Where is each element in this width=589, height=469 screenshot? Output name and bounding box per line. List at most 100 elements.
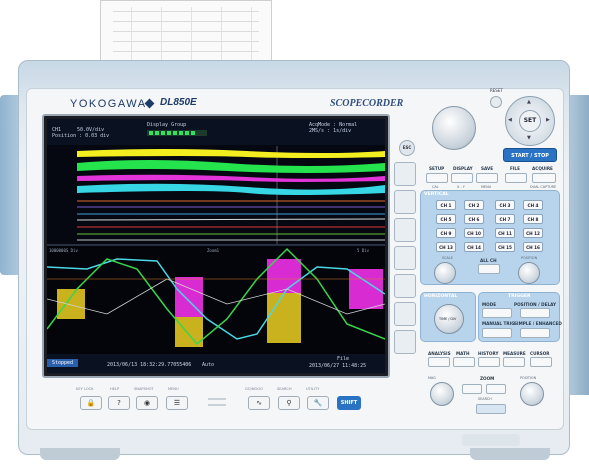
menu-button[interactable]: ☰ — [166, 396, 188, 410]
indicator-line — [208, 404, 226, 406]
ch11-button[interactable]: CH 11 — [495, 228, 515, 238]
ch3-button[interactable]: CH 3 — [495, 200, 515, 210]
softkey-1[interactable] — [394, 162, 416, 186]
series-name: SCOPECORDER — [330, 98, 404, 109]
file-button[interactable] — [505, 173, 527, 183]
ch13-button[interactable]: CH 13 — [436, 242, 456, 252]
search-label: SEARCH — [478, 397, 492, 401]
position-label: POSITION — [521, 256, 538, 260]
brand-name: YOKOGAWA — [70, 98, 147, 110]
ch2-button[interactable]: CH 2 — [464, 200, 484, 210]
shift-button[interactable]: SHIFT — [337, 396, 361, 410]
square-wave-yellow — [57, 289, 85, 319]
jog-shuttle-knob[interactable] — [432, 106, 476, 150]
display-button[interactable] — [451, 173, 473, 183]
file-label: File — [337, 356, 350, 362]
end-time: 2013/06/27 11:48:25 — [309, 363, 367, 369]
zoom2-button[interactable] — [486, 384, 506, 394]
reset-button[interactable] — [490, 96, 502, 108]
softkey-4[interactable] — [394, 246, 416, 270]
wave-icon: ∿ — [256, 399, 262, 407]
zoom-position-label: POSITION — [520, 376, 537, 380]
ch5-button[interactable]: CH 5 — [436, 214, 456, 224]
utility-button[interactable]: 🔧 — [307, 396, 329, 410]
ch14-button[interactable]: CH 14 — [464, 242, 484, 252]
mode-button[interactable] — [482, 308, 512, 318]
scale-label: SCALE — [442, 256, 453, 260]
ch10-button[interactable]: CH 10 — [464, 228, 484, 238]
all-ch-button[interactable] — [478, 264, 500, 274]
left-foot — [40, 448, 120, 460]
analysis-button[interactable] — [428, 357, 450, 367]
softkey-2[interactable] — [394, 190, 416, 214]
key-lock-button[interactable]: 🔒 — [80, 396, 102, 410]
zoom-position-knob[interactable] — [520, 382, 544, 406]
zoom-label: ZOOM — [480, 376, 495, 381]
softkey-3[interactable] — [394, 218, 416, 242]
history-button[interactable] — [478, 357, 500, 367]
scale-knob[interactable] — [434, 262, 456, 284]
ch12-button[interactable]: CH 12 — [523, 228, 543, 238]
lock-icon: 🔒 — [86, 399, 96, 407]
math-button[interactable] — [453, 357, 475, 367]
cursor-button[interactable] — [530, 357, 552, 367]
zoom1-button[interactable] — [462, 384, 482, 394]
start-time: 2013/06/13 18:32:29.77055406 — [107, 362, 192, 368]
search-icon: ⚲ — [286, 399, 292, 407]
esc-button[interactable]: ESC — [399, 140, 415, 156]
trigger-mode: Auto — [202, 362, 215, 368]
mag-label: MAG — [428, 376, 436, 380]
cursor-label: CURSOR — [530, 351, 550, 356]
wrench-icon: 🔧 — [313, 399, 323, 407]
ch6-button[interactable]: CH 6 — [464, 214, 484, 224]
ch15-button[interactable]: CH 15 — [495, 242, 515, 252]
zoom-scale-right: 5 Div — [357, 248, 370, 253]
history-label: HISTORY — [478, 351, 499, 356]
camera-icon: ◉ — [143, 399, 151, 407]
analysis-label: ANALYSIS — [428, 351, 451, 356]
usb-port-area — [462, 434, 520, 446]
setup-button[interactable] — [426, 173, 448, 183]
acquire-button[interactable] — [532, 173, 556, 183]
softkey-6[interactable] — [394, 302, 416, 326]
save-label: SAVE — [481, 166, 494, 171]
simple-enhanced-button[interactable] — [520, 328, 550, 338]
ch8-button[interactable]: CH 8 — [523, 214, 543, 224]
display-screen[interactable]: CH1 50.0V/div Position : 0.03 div Displa… — [47, 119, 385, 373]
help-button[interactable]: ? — [108, 396, 130, 410]
softkey-7[interactable] — [394, 330, 416, 354]
set-button[interactable]: SET — [519, 110, 541, 132]
pos-delay-button[interactable] — [520, 308, 550, 318]
manual-trig-button[interactable] — [482, 328, 512, 338]
ch7-button[interactable]: CH 7 — [495, 214, 515, 224]
zoom1-label: Zoom1 — [207, 248, 220, 253]
ch4-button[interactable]: CH 4 — [523, 200, 543, 210]
search-key-button[interactable]: ⚲ — [278, 396, 300, 410]
time-div-label: TIME / DIV — [439, 317, 457, 321]
zoom-scale-left: 1000000S Div — [49, 248, 78, 253]
ch16-button[interactable]: CH 16 — [523, 242, 543, 252]
question-icon: ? — [117, 399, 121, 407]
ch9-button[interactable]: CH 9 — [436, 228, 456, 238]
start-stop-button[interactable]: START / STOP — [503, 148, 557, 162]
position-knob[interactable] — [518, 262, 540, 284]
softkey-5[interactable] — [394, 274, 416, 298]
arrow-left-icon[interactable]: ◀ — [508, 117, 512, 123]
arrow-up-icon[interactable]: ▲ — [527, 99, 531, 105]
mode-label: MODE — [482, 302, 497, 307]
help-label: HELP — [110, 387, 120, 391]
measure-button[interactable] — [503, 357, 525, 367]
trigger-title: TRIGGER — [508, 294, 531, 299]
mag-knob[interactable] — [430, 382, 454, 406]
arrow-down-icon[interactable]: ▼ — [527, 135, 531, 141]
gonogo-button[interactable]: ∿ — [248, 396, 270, 410]
arrow-right-icon[interactable]: ▶ — [546, 117, 550, 123]
ch1-button[interactable]: CH 1 — [436, 200, 456, 210]
snapshot-button[interactable]: ◉ — [136, 396, 158, 410]
acquire-label: ACQUIRE — [532, 166, 553, 171]
zoom-select-button[interactable] — [476, 404, 506, 414]
waveform-area — [47, 130, 385, 354]
xy-label: X - Y — [457, 185, 465, 189]
save-button[interactable] — [476, 173, 498, 183]
dual-capture-label: DUAL CAPTURE — [530, 185, 557, 189]
